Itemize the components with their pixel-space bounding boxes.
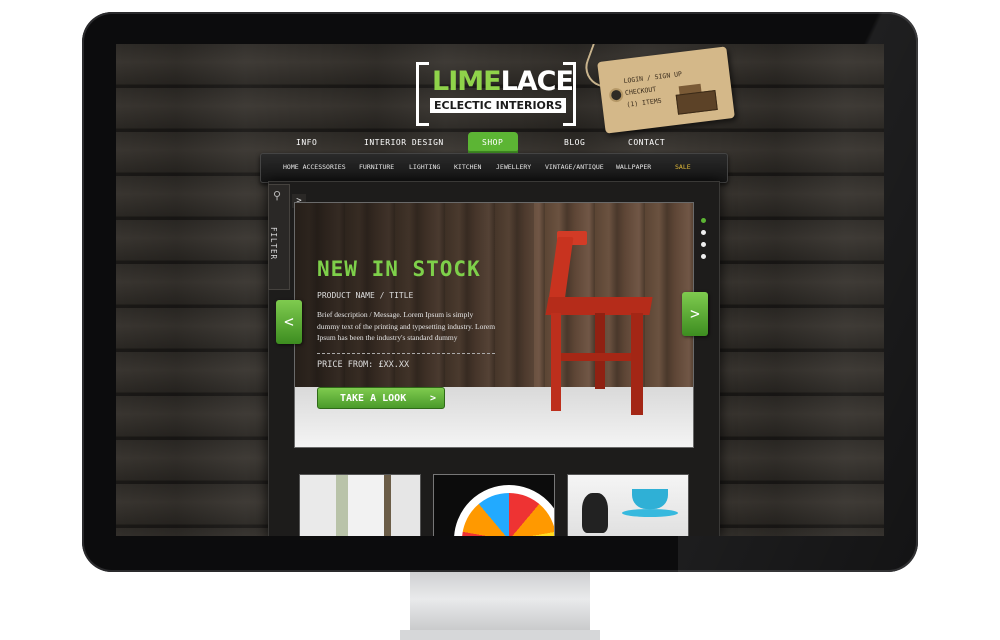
slider-prev-button[interactable]: < bbox=[276, 300, 302, 344]
site-logo[interactable]: LIMELACE ECLECTIC INTERIORS bbox=[416, 62, 576, 126]
nav-info[interactable]: INFO bbox=[296, 138, 317, 147]
slider-next-button[interactable]: > bbox=[682, 292, 708, 336]
product-thumbnail-interior[interactable] bbox=[299, 474, 421, 536]
account-tag: LOGIN / SIGN UP CHECKOUT (1) ITEMS bbox=[597, 46, 735, 134]
slider-dot-4[interactable] bbox=[701, 254, 706, 259]
slider-dots bbox=[701, 218, 707, 266]
product-price: PRICE FROM: £XX.XX bbox=[317, 360, 410, 370]
nav-contact[interactable]: CONTACT bbox=[628, 138, 665, 147]
product-name: PRODUCT NAME / TITLE bbox=[317, 291, 414, 300]
subnav-wallpaper[interactable]: WALLPAPER bbox=[616, 163, 651, 171]
hero-title: NEW IN STOCK bbox=[317, 257, 481, 281]
filter-label: FILTER bbox=[269, 226, 279, 261]
subnav-jewellery[interactable]: JEWELLERY bbox=[496, 163, 531, 171]
filter-tab[interactable]: ⚲ FILTER bbox=[268, 184, 290, 290]
subnav-furniture[interactable]: FURNITURE bbox=[359, 163, 394, 171]
product-description: Brief description / Message. Lorem Ipsum… bbox=[317, 310, 496, 342]
subnav-home-accessories[interactable]: HOME ACCESSORIES bbox=[283, 163, 346, 171]
product-thumbnail-teacup[interactable] bbox=[567, 474, 689, 536]
nav-blog[interactable]: BLOG bbox=[564, 138, 585, 147]
subnav-lighting[interactable]: LIGHTING bbox=[409, 163, 440, 171]
subnav-kitchen[interactable]: KITCHEN bbox=[454, 163, 481, 171]
logo-bracket-left bbox=[416, 62, 429, 126]
take-a-look-button[interactable]: TAKE A LOOK > bbox=[317, 387, 445, 409]
subnav-vintage-antique[interactable]: VINTAGE/ANTIQUE bbox=[545, 163, 604, 171]
arrow-right-icon: > bbox=[429, 393, 436, 404]
slider-dot-2[interactable] bbox=[701, 230, 706, 235]
nav-shop[interactable]: SHOP bbox=[482, 138, 503, 147]
monitor-stand bbox=[400, 572, 600, 640]
website-screen: LIMELACE ECLECTIC INTERIORS LOGIN / SIGN… bbox=[116, 44, 884, 536]
slider-dot-3[interactable] bbox=[701, 242, 706, 247]
cash-register-icon bbox=[669, 82, 720, 116]
logo-tagline: ECLECTIC INTERIORS bbox=[430, 98, 567, 113]
tag-hole bbox=[608, 87, 625, 103]
nav-interior-design[interactable]: INTERIOR DESIGN bbox=[364, 138, 444, 147]
slider-dot-1[interactable] bbox=[701, 218, 706, 223]
logo-wordmark: LIMELACE bbox=[432, 66, 574, 97]
sub-nav: HOME ACCESSORIES FURNITURE LIGHTING KITC… bbox=[260, 153, 728, 183]
subnav-sale[interactable]: SALE bbox=[675, 163, 691, 171]
search-icon[interactable]: ⚲ bbox=[273, 189, 281, 202]
hero-slider: NEW IN STOCK PRODUCT NAME / TITLE Brief … bbox=[294, 202, 694, 448]
product-thumbnail-lollipop[interactable] bbox=[433, 474, 555, 536]
divider bbox=[317, 353, 495, 354]
